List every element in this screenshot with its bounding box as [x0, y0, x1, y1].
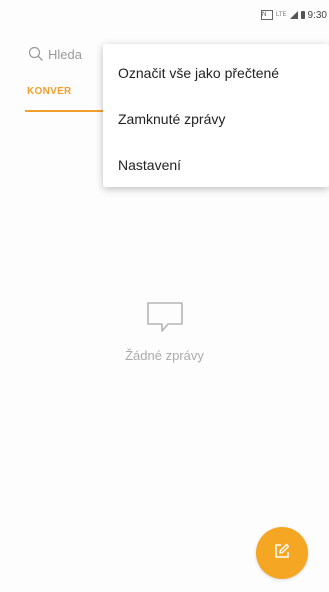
search-placeholder: Hleda — [48, 46, 82, 62]
lte-icon: LTE — [275, 12, 287, 18]
search-icon — [28, 46, 44, 62]
signal-icon — [289, 11, 298, 19]
messages-screen: N LTE 9:30 Hleda KONVER Označit vše jako… — [0, 0, 329, 592]
menu-item-settings[interactable]: Nastavení — [103, 142, 329, 188]
message-bubble-icon — [145, 300, 185, 334]
menu-item-locked-messages[interactable]: Zamknuté zprávy — [103, 96, 329, 142]
status-time: 9:30 — [307, 9, 327, 21]
empty-state: Žádné zprávy — [0, 300, 329, 363]
empty-state-text: Žádné zprávy — [125, 348, 204, 363]
battery-icon — [300, 11, 305, 19]
tab-conversations[interactable]: KONVER — [25, 86, 105, 112]
menu-item-mark-all-read[interactable]: Označit vše jako přečtené — [103, 50, 329, 96]
compose-button[interactable] — [256, 527, 308, 579]
overflow-menu: Označit vše jako přečtené Zamknuté zpráv… — [103, 44, 329, 187]
nfc-icon: N — [260, 10, 273, 20]
status-bar: N LTE 9:30 — [0, 0, 329, 30]
compose-icon — [273, 542, 291, 565]
